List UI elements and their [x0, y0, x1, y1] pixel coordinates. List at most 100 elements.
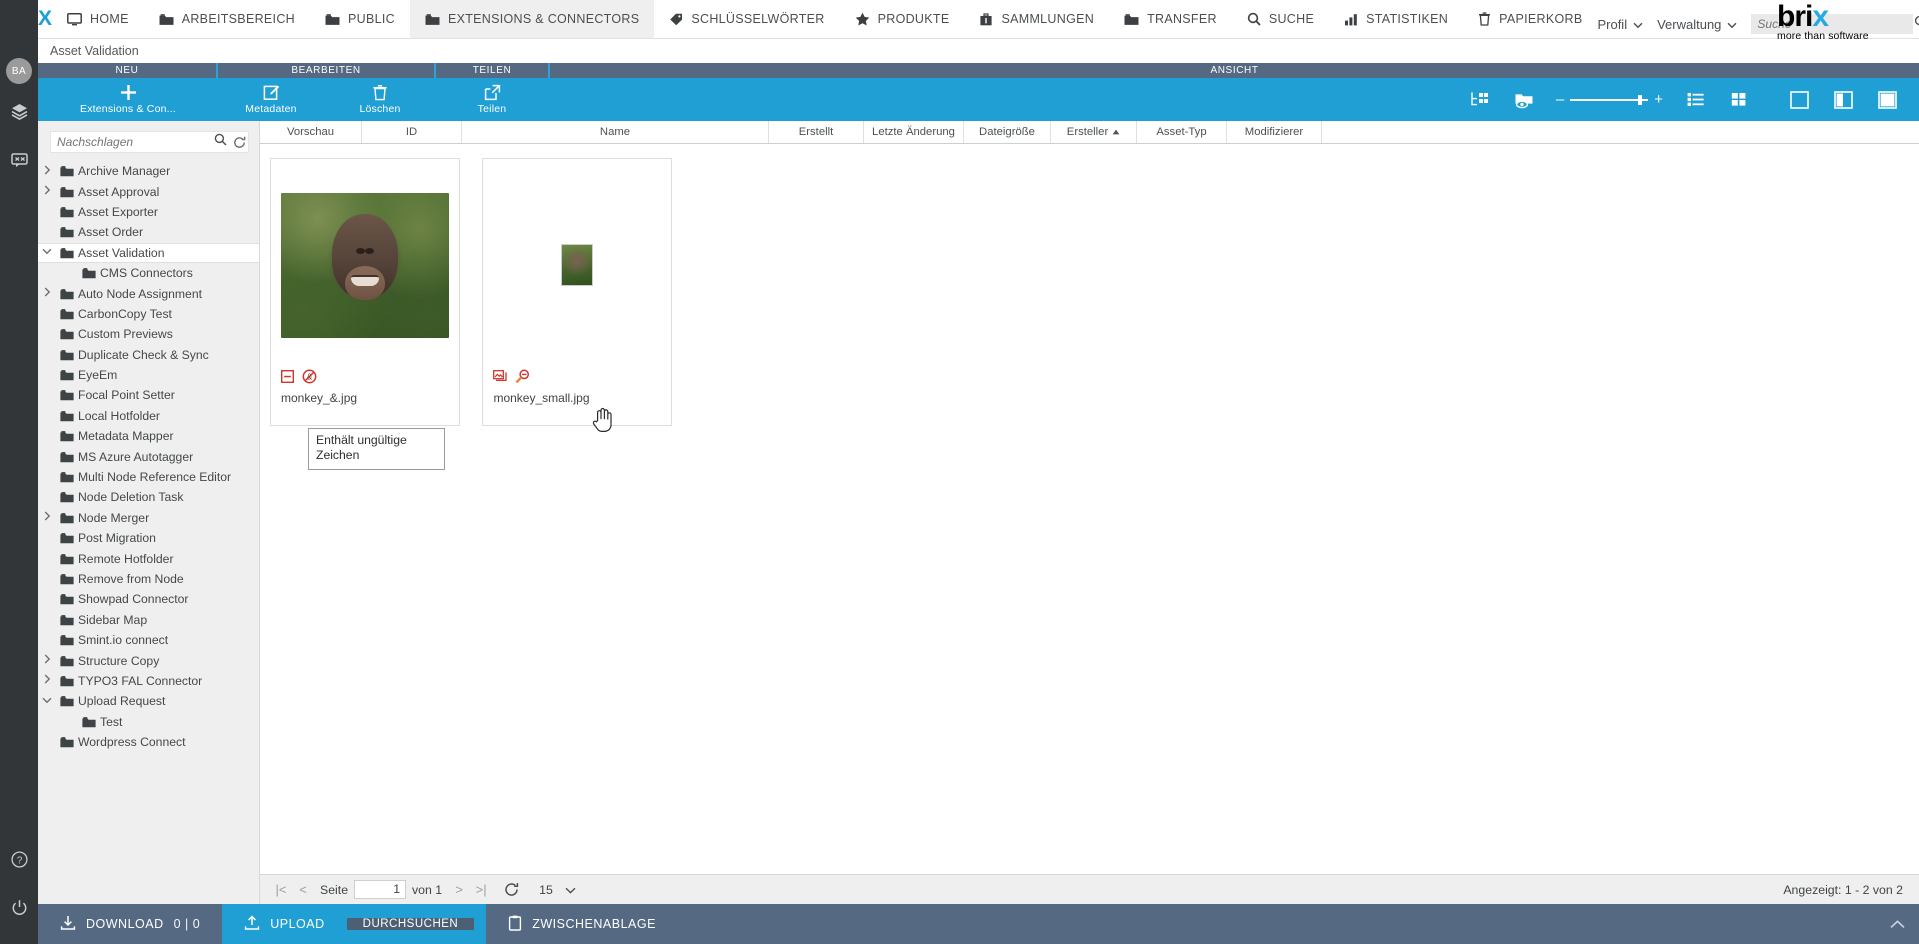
- metadata-button[interactable]: Metadaten: [218, 78, 324, 121]
- sidebar-item-local-hotfolder[interactable]: Local Hotfolder: [38, 406, 259, 426]
- share-button[interactable]: Teilen: [436, 78, 548, 121]
- chevron-up-icon[interactable]: [1876, 904, 1919, 944]
- zoom-slider-group[interactable]: – +: [1546, 91, 1673, 108]
- column-header-name[interactable]: Name: [462, 121, 769, 143]
- chevron-down-icon[interactable]: [38, 247, 56, 258]
- download-button[interactable]: DOWNLOAD 0 | 0: [38, 904, 222, 944]
- magnifier-minus-icon[interactable]: [515, 369, 530, 389]
- sidebar-item-structure-copy[interactable]: Structure Copy: [38, 650, 259, 670]
- asset-thumbnail[interactable]: [483, 159, 671, 371]
- sidebar-item-upload-request[interactable]: Upload Request: [38, 691, 259, 711]
- sidebar-item-node-merger[interactable]: Node Merger: [38, 508, 259, 528]
- administration-menu[interactable]: Verwaltung: [1657, 17, 1737, 34]
- list-view-icon[interactable]: [1673, 78, 1717, 121]
- asset-card[interactable]: & monkey_&.jpg: [270, 158, 460, 426]
- search-icon[interactable]: [1914, 15, 1919, 33]
- asset-thumbnail[interactable]: [271, 159, 459, 371]
- clipboard-button[interactable]: ZWISCHENABLAGE: [486, 904, 678, 944]
- sidebar-item-asset-order[interactable]: Asset Order: [38, 222, 259, 242]
- sidebar-item-post-migration[interactable]: Post Migration: [38, 528, 259, 548]
- first-page-button[interactable]: |<: [270, 882, 292, 897]
- sidebar-item-sidebar-map[interactable]: Sidebar Map: [38, 610, 259, 630]
- invalid-char-icon[interactable]: &: [302, 369, 317, 389]
- sidebar-item-ms-azure-autotagger[interactable]: MS Azure Autotagger: [38, 446, 259, 466]
- nav-item-public[interactable]: PUBLIC: [310, 0, 410, 38]
- nav-item-sammlungen[interactable]: SAMMLUNGEN: [964, 0, 1109, 38]
- layers-icon[interactable]: [0, 90, 38, 132]
- prev-page-button[interactable]: <: [292, 882, 314, 897]
- brand-logo[interactable]: X: [38, 0, 52, 38]
- nav-item-produkte[interactable]: PRODUKTE: [840, 0, 965, 38]
- chevron-right-icon[interactable]: [38, 165, 56, 178]
- zoom-in-icon[interactable]: +: [1654, 91, 1663, 108]
- chevron-down-icon[interactable]: [38, 696, 56, 707]
- refresh-icon[interactable]: [504, 882, 519, 897]
- sidebar-item-carboncopy-test[interactable]: CarbonCopy Test: [38, 304, 259, 324]
- sidebar-item-custom-previews[interactable]: Custom Previews: [38, 324, 259, 344]
- chevron-right-icon[interactable]: [38, 511, 56, 524]
- nav-item-schluesselwoerter[interactable]: SCHLÜSSELWÖRTER: [654, 0, 839, 38]
- sidebar-item-duplicate-check-sync[interactable]: Duplicate Check & Sync: [38, 345, 259, 365]
- refresh-icon[interactable]: [233, 136, 246, 149]
- chevron-right-icon[interactable]: [38, 654, 56, 667]
- sidebar-item-asset-approval[interactable]: Asset Approval: [38, 181, 259, 201]
- next-page-button[interactable]: >: [448, 882, 470, 897]
- zoom-slider[interactable]: [1570, 94, 1649, 105]
- nav-item-extensions-connectors[interactable]: EXTENSIONS & CONNECTORS: [409, 0, 655, 38]
- nav-item-statistiken[interactable]: STATISTIKEN: [1329, 0, 1463, 38]
- column-header-erstellt[interactable]: Erstellt: [769, 121, 864, 143]
- tree-columns-icon[interactable]: [1458, 78, 1502, 121]
- upload-button[interactable]: UPLOAD DURCHSUCHEN: [222, 904, 487, 944]
- sidebar-item-showpad-connector[interactable]: Showpad Connector: [38, 589, 259, 609]
- sidebar-item-eyeem[interactable]: EyeEm: [38, 365, 259, 385]
- sidebar-item-smint-io-connect[interactable]: Smint.io connect: [38, 630, 259, 650]
- chat-icon[interactable]: [0, 138, 38, 180]
- nav-item-suche[interactable]: SUCHE: [1232, 0, 1329, 38]
- sidebar-search[interactable]: [50, 131, 249, 153]
- sidebar-item-remote-hotfolder[interactable]: Remote Hotfolder: [38, 548, 259, 568]
- help-icon[interactable]: ?: [0, 838, 38, 880]
- page-input[interactable]: 1: [354, 880, 407, 899]
- asset-card[interactable]: monkey_small.jpg: [482, 158, 673, 426]
- column-header-asset-typ[interactable]: Asset-Typ: [1137, 121, 1227, 143]
- sidebar-item-auto-node-assignment[interactable]: Auto Node Assignment: [38, 283, 259, 303]
- nav-item-home[interactable]: HOME: [52, 0, 144, 38]
- chevron-right-icon[interactable]: [38, 287, 56, 300]
- nav-item-papierkorb[interactable]: PAPIERKORB: [1463, 0, 1597, 38]
- image-stack-icon[interactable]: [493, 370, 508, 388]
- chevron-right-icon[interactable]: [38, 185, 56, 198]
- chevron-right-icon[interactable]: [38, 674, 56, 687]
- panel-none-icon[interactable]: [1777, 78, 1821, 121]
- sidebar-search-input[interactable]: [57, 135, 214, 149]
- grid-view-icon[interactable]: [1717, 78, 1761, 121]
- column-header-modifizierer[interactable]: Modifizierer: [1227, 121, 1322, 143]
- sidebar-item-test[interactable]: Test: [38, 712, 259, 732]
- sidebar-item-cms-connectors[interactable]: CMS Connectors: [38, 263, 259, 283]
- sidebar-item-metadata-mapper[interactable]: Metadata Mapper: [38, 426, 259, 446]
- sidebar-item-asset-exporter[interactable]: Asset Exporter: [38, 202, 259, 222]
- new-extension-button[interactable]: Extensions & Con...: [38, 78, 218, 121]
- delete-button[interactable]: Löschen: [324, 78, 436, 121]
- zoom-out-icon[interactable]: –: [1556, 91, 1564, 108]
- sidebar-item-node-deletion-task[interactable]: Node Deletion Task: [38, 487, 259, 507]
- nav-item-transfer[interactable]: TRANSFER: [1109, 0, 1232, 38]
- sidebar-item-multi-node-reference-editor[interactable]: Multi Node Reference Editor: [38, 467, 259, 487]
- column-header-letzte-nderung[interactable]: Letzte Änderung: [864, 121, 964, 143]
- folder-eye-icon[interactable]: [1502, 78, 1546, 121]
- profile-menu[interactable]: Profil: [1597, 17, 1643, 34]
- nav-item-arbeitsbereich[interactable]: ARBEITSBEREICH: [144, 0, 310, 38]
- zoom-slider-knob[interactable]: [1638, 94, 1643, 105]
- avatar[interactable]: BA: [6, 58, 32, 84]
- column-header-dateigr-e[interactable]: Dateigröße: [964, 121, 1051, 143]
- column-header-id[interactable]: ID: [362, 121, 462, 143]
- last-page-button[interactable]: >|: [470, 882, 492, 897]
- minus-box-icon[interactable]: [280, 369, 295, 388]
- sidebar-item-asset-validation[interactable]: Asset Validation: [38, 242, 259, 263]
- sidebar-item-focal-point-setter[interactable]: Focal Point Setter: [38, 385, 259, 405]
- column-header-ersteller[interactable]: Ersteller: [1051, 121, 1137, 143]
- page-size-select[interactable]: 15: [539, 883, 576, 897]
- sidebar-item-remove-from-node[interactable]: Remove from Node: [38, 569, 259, 589]
- sidebar-item-archive-manager[interactable]: Archive Manager: [38, 161, 259, 181]
- browse-button[interactable]: DURCHSUCHEN: [346, 918, 475, 930]
- search-icon[interactable]: [214, 133, 227, 151]
